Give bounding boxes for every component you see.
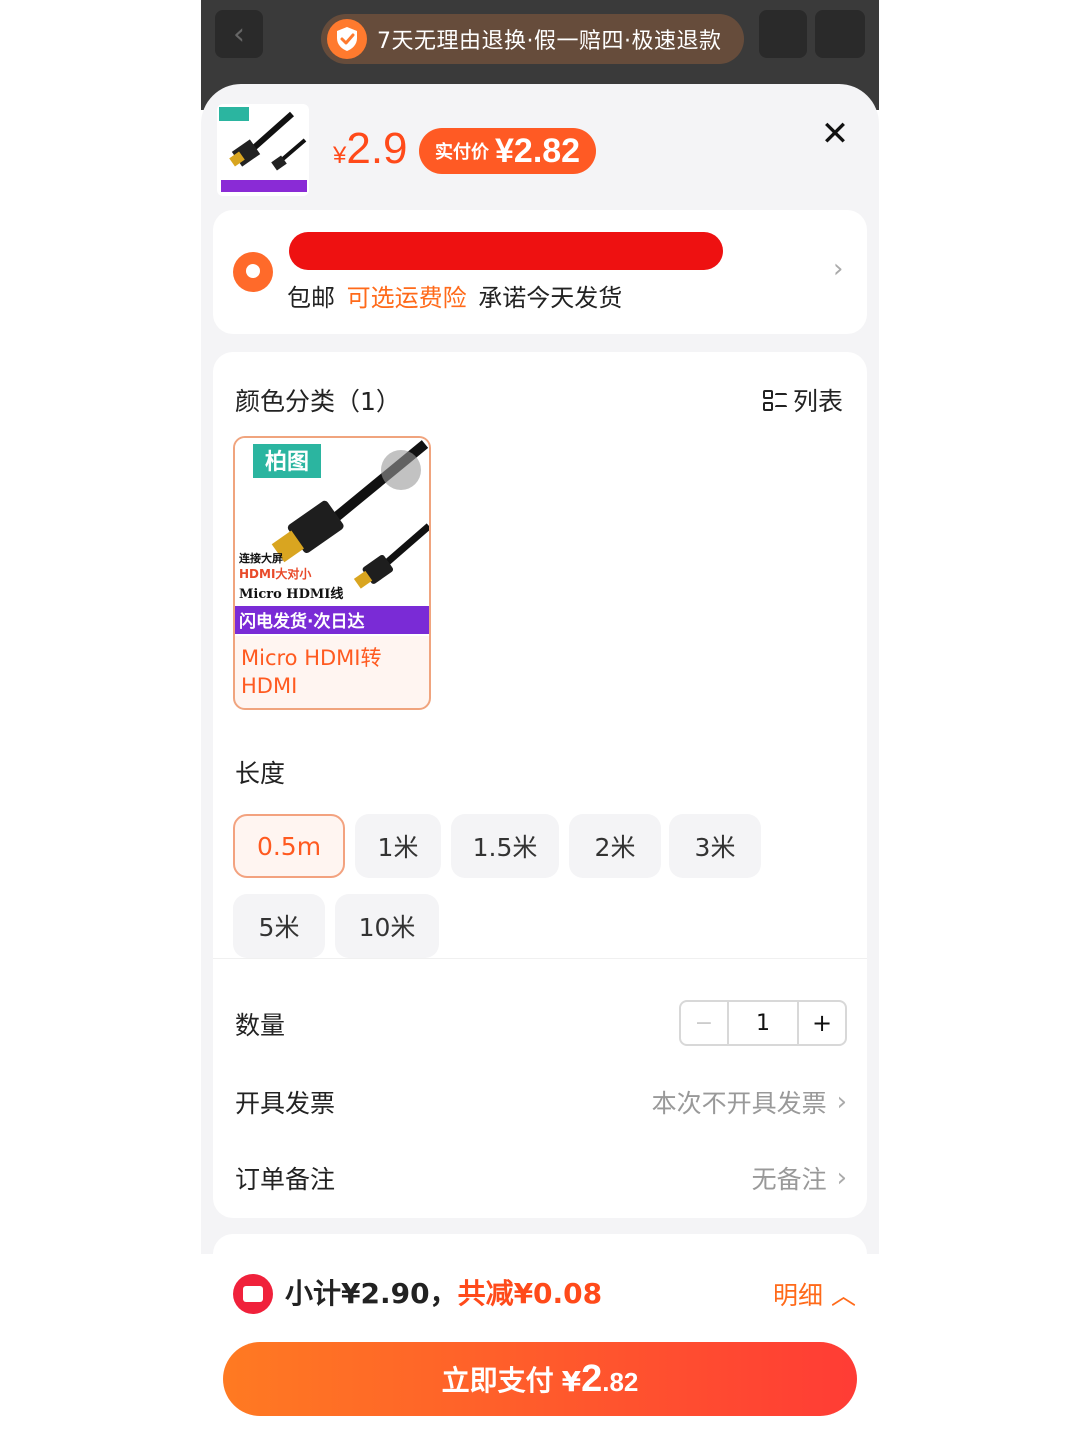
color-option-card[interactable]: 柏图 连接大屏 HDMI大对小 Micro HDMI线 闪电发货·次日达 Mic… — [233, 436, 431, 710]
purchase-sheet: ¥2.9 实付价 ¥2.82 ✕ 包邮 可选运费险 承诺今天发货 › 颜色分类（… — [201, 84, 879, 1274]
close-icon[interactable]: ✕ — [817, 116, 853, 152]
invoice-row[interactable]: 本次不开具发票 › — [652, 1084, 847, 1120]
price-detail-toggle[interactable]: 明细 ︿ — [773, 1276, 856, 1312]
invoice-label: 开具发票 — [235, 1089, 336, 1118]
color-option-image: 柏图 连接大屏 HDMI大对小 Micro HDMI线 闪电发货·次日达 — [235, 438, 429, 636]
remark-value: 无备注 — [751, 1165, 827, 1194]
chevron-right-icon: › — [833, 254, 844, 284]
location-pin-icon — [233, 252, 273, 292]
quantity-stepper[interactable]: − 1 + — [679, 1000, 847, 1046]
pay-now-button[interactable]: 立即支付 ¥2.82 — [223, 1342, 857, 1416]
quantity-increment-button[interactable]: + — [799, 1002, 845, 1044]
image-brand-text: 柏图 — [265, 449, 309, 475]
chevron-right-icon: › — [836, 1087, 847, 1117]
color-section-title: 颜色分类（1） — [235, 387, 401, 416]
section-divider — [213, 958, 867, 959]
product-thumbnail[interactable] — [217, 104, 309, 196]
message-icon[interactable] — [815, 10, 865, 58]
address-card[interactable]: 包邮 可选运费险 承诺今天发货 › — [213, 210, 867, 334]
back-icon[interactable]: ‹ — [215, 10, 263, 58]
image-line3: Micro HDMI线 — [239, 586, 343, 602]
quantity-value[interactable]: 1 — [729, 1002, 799, 1044]
chevron-right-icon: › — [836, 1163, 847, 1193]
length-option-1.5m[interactable]: 1.5米 — [451, 814, 559, 878]
length-option-5m[interactable]: 5米 — [233, 894, 325, 958]
subtotal-text: 小计¥2.90，共减¥0.08 — [285, 1277, 603, 1310]
cart-icon[interactable] — [759, 10, 807, 58]
coupon-icon — [233, 1274, 273, 1314]
list-grid-icon — [763, 389, 787, 411]
length-option-10m[interactable]: 10米 — [335, 894, 439, 958]
color-option-name: Micro HDMI转HDMI — [241, 646, 382, 698]
shipping-info: 包邮 可选运费险 承诺今天发货 — [287, 284, 623, 312]
guarantee-text: 7天无理由退换·假一赔四·极速退款 — [377, 29, 722, 54]
quantity-decrement-button[interactable]: − — [681, 1002, 729, 1044]
checkout-bar: 小计¥2.90，共减¥0.08 明细 ︿ 立即支付 ¥2.82 — [201, 1254, 879, 1440]
shield-icon — [327, 19, 367, 59]
image-banner: 闪电发货·次日达 — [239, 611, 364, 632]
redacted-address — [289, 232, 723, 270]
sheet-header: ¥2.9 实付价 ¥2.82 ✕ — [201, 84, 879, 209]
length-option-1m[interactable]: 1米 — [355, 814, 441, 878]
image-line1: 连接大屏 — [239, 551, 283, 565]
length-option-3m[interactable]: 3米 — [669, 814, 761, 878]
shipping-insurance-link[interactable]: 可选运费险 — [347, 284, 467, 312]
unit-price: ¥2.9 — [333, 124, 408, 173]
guarantee-banner: 7天无理由退换·假一赔四·极速退款 — [321, 14, 744, 64]
list-view-toggle[interactable]: 列表 — [763, 382, 843, 418]
length-option-0.5m[interactable]: 0.5m — [233, 814, 345, 878]
image-line2: HDMI大对小 — [239, 566, 311, 581]
phone-screen: ‹ 7天无理由退换·假一赔四·极速退款 ¥2.9 实付价 ¥2.82 ✕ 包邮 … — [201, 0, 879, 1440]
length-section-title: 长度 — [235, 759, 286, 788]
remark-label: 订单备注 — [235, 1165, 336, 1194]
length-option-2m[interactable]: 2米 — [569, 814, 661, 878]
chevron-up-icon: ︿ — [830, 1281, 856, 1310]
actual-price-badge: 实付价 ¥2.82 — [419, 128, 597, 174]
quantity-label: 数量 — [235, 1011, 286, 1040]
remark-row[interactable]: 无备注 › — [752, 1160, 847, 1196]
invoice-value: 本次不开具发票 — [651, 1089, 827, 1118]
options-card: 颜色分类（1） 列表 柏图 连接大屏 HDMI大对小 Micro HDMI线 闪… — [213, 352, 867, 1218]
